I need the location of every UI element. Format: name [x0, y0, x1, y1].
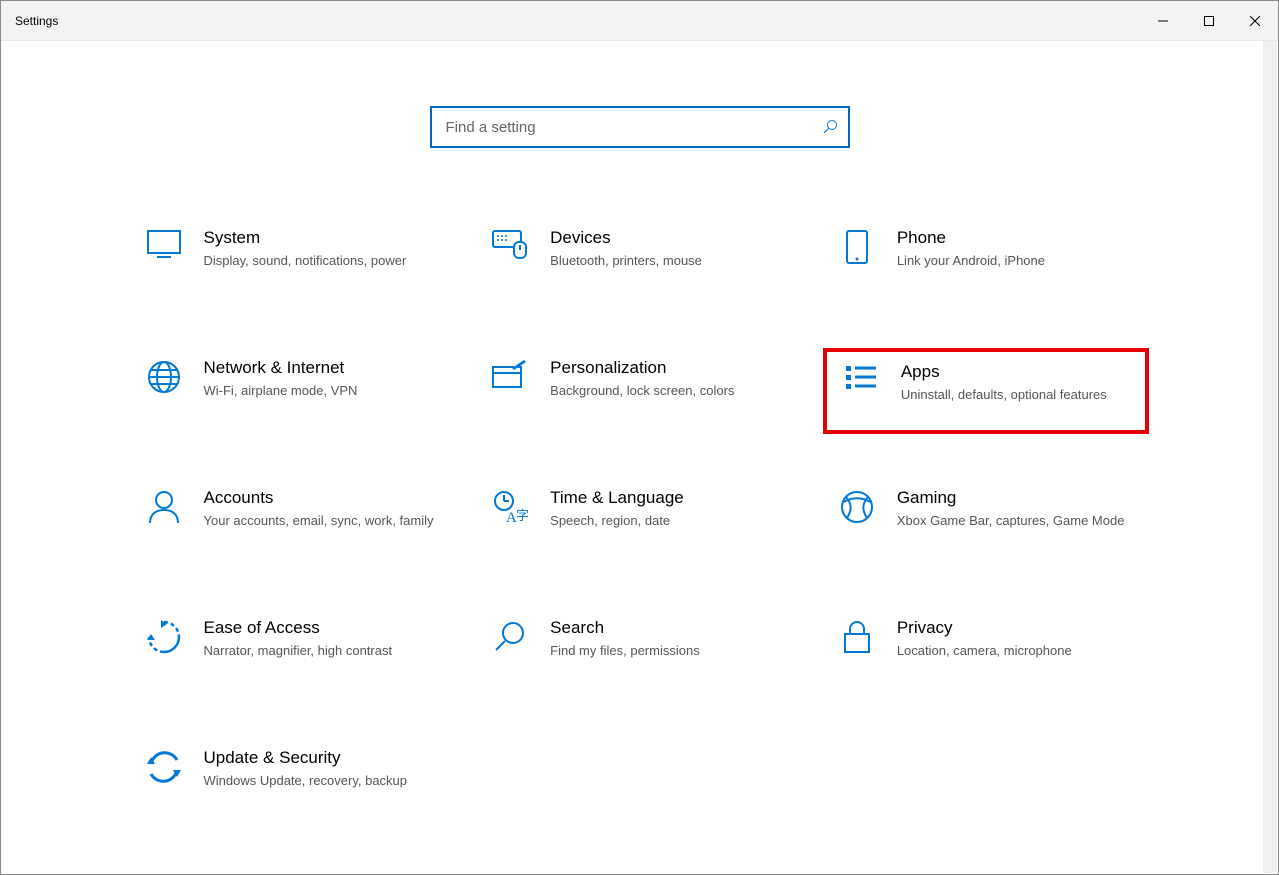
tile-accounts[interactable]: Accounts Your accounts, email, sync, wor…	[130, 478, 457, 564]
search-box[interactable]	[430, 106, 850, 148]
tile-title: Personalization	[550, 358, 785, 378]
titlebar: Settings	[1, 1, 1278, 41]
tile-sub: Display, sound, notifications, power	[204, 252, 439, 270]
search-input[interactable]	[446, 119, 822, 136]
tile-title: Privacy	[897, 618, 1132, 638]
tile-title: Network & Internet	[204, 358, 439, 378]
tile-privacy[interactable]: Privacy Location, camera, microphone	[823, 608, 1150, 694]
tile-title: System	[204, 228, 439, 248]
apps-icon	[839, 362, 883, 392]
tile-sub: Bluetooth, printers, mouse	[550, 252, 785, 270]
maximize-button[interactable]	[1186, 1, 1232, 40]
tile-apps[interactable]: Apps Uninstall, defaults, optional featu…	[823, 348, 1150, 434]
personalization-icon	[488, 358, 532, 390]
search-container	[1, 106, 1278, 148]
time-language-icon: A 字	[488, 488, 532, 524]
tile-sub: Link your Android, iPhone	[897, 252, 1132, 270]
tile-text: Gaming Xbox Game Bar, captures, Game Mod…	[897, 488, 1138, 530]
tile-text: Devices Bluetooth, printers, mouse	[550, 228, 791, 270]
search-icon[interactable]	[822, 119, 838, 135]
tile-title: Search	[550, 618, 785, 638]
tile-ease-of-access[interactable]: Ease of Access Narrator, magnifier, high…	[130, 608, 457, 694]
tile-sub: Wi-Fi, airplane mode, VPN	[204, 382, 439, 400]
tile-text: Search Find my files, permissions	[550, 618, 791, 660]
tile-title: Ease of Access	[204, 618, 439, 638]
tile-title: Apps	[901, 362, 1128, 382]
tile-devices[interactable]: Devices Bluetooth, printers, mouse	[476, 218, 803, 304]
tile-search[interactable]: Search Find my files, permissions	[476, 608, 803, 694]
tile-sub: Background, lock screen, colors	[550, 382, 785, 400]
tile-text: System Display, sound, notifications, po…	[204, 228, 445, 270]
update-icon	[142, 748, 186, 784]
window-controls	[1140, 1, 1278, 40]
gaming-icon	[835, 488, 879, 524]
minimize-button[interactable]	[1140, 1, 1186, 40]
tile-text: Time & Language Speech, region, date	[550, 488, 791, 530]
tile-text: Accounts Your accounts, email, sync, wor…	[204, 488, 445, 530]
tile-text: Network & Internet Wi-Fi, airplane mode,…	[204, 358, 445, 400]
accounts-icon	[142, 488, 186, 524]
content-area: System Display, sound, notifications, po…	[1, 41, 1278, 874]
devices-icon	[488, 228, 532, 260]
system-icon	[142, 228, 186, 258]
search-category-icon	[488, 618, 532, 652]
tile-sub: Narrator, magnifier, high contrast	[204, 642, 439, 660]
tile-sub: Find my files, permissions	[550, 642, 785, 660]
tile-title: Accounts	[204, 488, 439, 508]
tile-sub: Windows Update, recovery, backup	[204, 772, 439, 790]
tile-text: Ease of Access Narrator, magnifier, high…	[204, 618, 445, 660]
tile-sub: Your accounts, email, sync, work, family	[204, 512, 439, 530]
tile-title: Phone	[897, 228, 1132, 248]
tile-sub: Xbox Game Bar, captures, Game Mode	[897, 512, 1132, 530]
tile-system[interactable]: System Display, sound, notifications, po…	[130, 218, 457, 304]
tile-update-security[interactable]: Update & Security Windows Update, recove…	[130, 738, 457, 824]
tile-gaming[interactable]: Gaming Xbox Game Bar, captures, Game Mod…	[823, 478, 1150, 564]
tile-network[interactable]: Network & Internet Wi-Fi, airplane mode,…	[130, 348, 457, 434]
tile-text: Privacy Location, camera, microphone	[897, 618, 1138, 660]
tile-text: Update & Security Windows Update, recove…	[204, 748, 445, 790]
tile-text: Personalization Background, lock screen,…	[550, 358, 791, 400]
tile-time-language[interactable]: A 字 Time & Language Speech, region, date	[476, 478, 803, 564]
tile-phone[interactable]: Phone Link your Android, iPhone	[823, 218, 1150, 304]
tile-sub: Speech, region, date	[550, 512, 785, 530]
tile-text: Phone Link your Android, iPhone	[897, 228, 1138, 270]
settings-grid: System Display, sound, notifications, po…	[130, 218, 1150, 824]
phone-icon	[835, 228, 879, 264]
ease-of-access-icon	[142, 618, 186, 654]
tile-title: Update & Security	[204, 748, 439, 768]
tile-personalization[interactable]: Personalization Background, lock screen,…	[476, 348, 803, 434]
tile-sub: Uninstall, defaults, optional features	[901, 386, 1128, 404]
privacy-icon	[835, 618, 879, 654]
tile-title: Time & Language	[550, 488, 785, 508]
tile-title: Gaming	[897, 488, 1132, 508]
close-button[interactable]	[1232, 1, 1278, 40]
tile-title: Devices	[550, 228, 785, 248]
scrollbar[interactable]	[1263, 41, 1277, 873]
window-title: Settings	[15, 14, 58, 28]
tile-text: Apps Uninstall, defaults, optional featu…	[901, 362, 1134, 404]
tile-sub: Location, camera, microphone	[897, 642, 1132, 660]
network-icon	[142, 358, 186, 394]
svg-text:字: 字	[516, 508, 528, 523]
